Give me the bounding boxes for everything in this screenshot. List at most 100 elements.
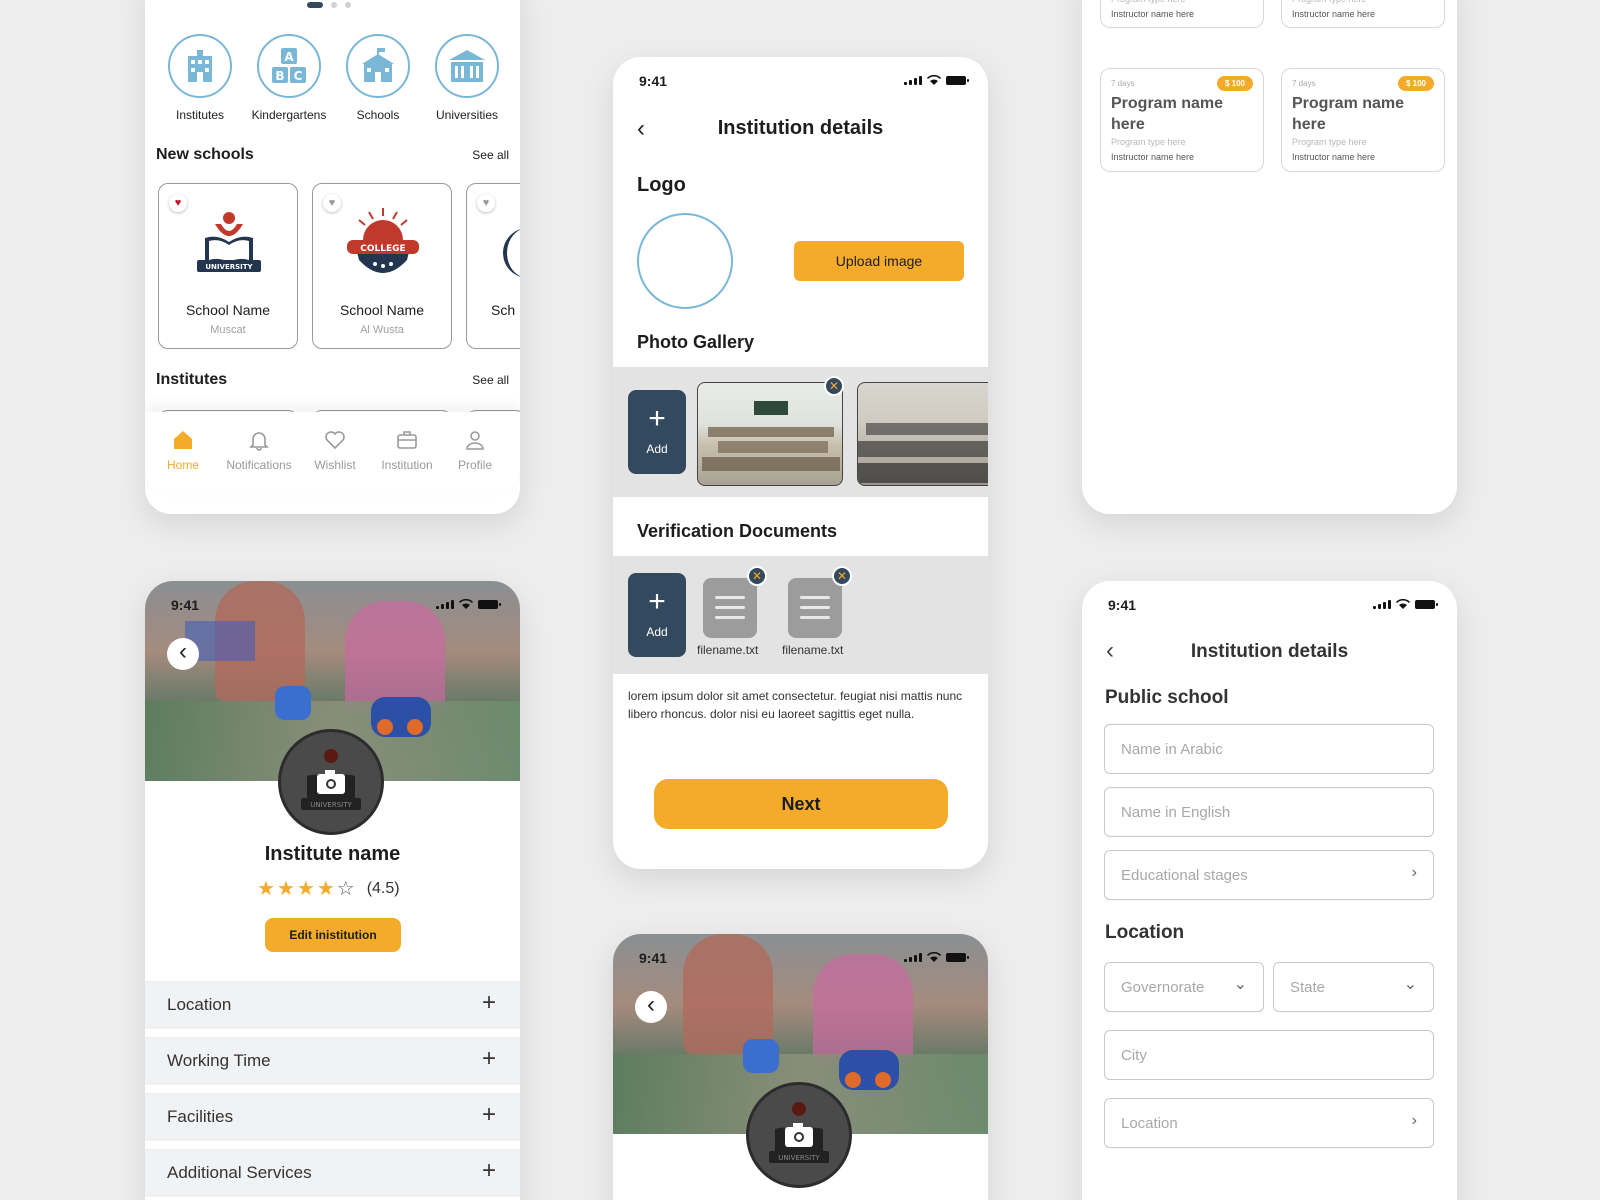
program-type: Program type here [1111, 0, 1186, 4]
educational-stages-select[interactable]: Educational stages › [1104, 850, 1434, 900]
see-all-link[interactable]: See all [472, 373, 509, 387]
program-card-partial[interactable]: here Program type here Instructor name h… [1281, 0, 1445, 28]
program-price: $ 100 [1216, 76, 1253, 91]
institute-name: Institute name [264, 843, 401, 865]
accordion-location[interactable]: Location + [145, 981, 520, 1029]
program-card-partial[interactable]: here Program type here Instructor name h… [1100, 0, 1264, 28]
svg-text:A: A [284, 50, 294, 64]
remove-document-button[interactable]: ✕ [747, 566, 767, 586]
city-input[interactable]: City [1104, 1030, 1434, 1080]
category-kindergartens[interactable]: ABC Kindergartens [244, 34, 334, 122]
back-button[interactable]: ‹ [635, 991, 667, 1023]
battery-icon [478, 600, 501, 609]
instructor-name: Instructor name here [1292, 9, 1376, 19]
program-duration: 7 days [1111, 79, 1135, 88]
accordion-additional-services[interactable]: Additional Services + [145, 1149, 520, 1197]
gallery-photo[interactable] [857, 382, 988, 486]
tab-home[interactable]: Home [145, 428, 223, 472]
university-icon [435, 34, 499, 98]
program-name: Program name here [1292, 95, 1405, 133]
remove-document-button[interactable]: ✕ [832, 566, 852, 586]
state-select[interactable]: State ⌄ [1273, 962, 1434, 1012]
governorate-select[interactable]: Governorate ⌄ [1104, 962, 1264, 1012]
placeholder: Location [1121, 1115, 1178, 1132]
tab-notifications[interactable]: Notifications [219, 428, 299, 472]
school-card[interactable]: ♥ UNIVERSITY School Name Muscat [158, 183, 298, 349]
next-button[interactable]: Next [654, 779, 948, 829]
tab-profile[interactable]: Profile [435, 428, 515, 472]
school-name: School Name [185, 302, 271, 318]
logo-placeholder[interactable] [637, 213, 733, 309]
user-icon [435, 428, 515, 452]
school-name: Sch [491, 302, 516, 318]
category-schools[interactable]: Schools [333, 34, 423, 122]
signal-icon [904, 75, 922, 85]
signal-icon [436, 599, 454, 609]
upload-image-button[interactable]: Upload image [794, 241, 964, 281]
signal-icon [904, 952, 922, 962]
verification-title: Verification Documents [637, 521, 838, 541]
documents-strip: + Add ✕ filename.txt ✕ filename.txt [613, 556, 988, 674]
accordion-working-time[interactable]: Working Time + [145, 1037, 520, 1085]
document-icon[interactable] [788, 578, 842, 638]
wifi-icon [927, 75, 941, 85]
institution-form-screen: 9:41 ‹ Institution details Public school… [1082, 581, 1457, 1200]
see-all-link[interactable]: See all [472, 148, 509, 162]
name-arabic-input[interactable]: Name in Arabic [1104, 724, 1434, 774]
program-card[interactable]: 7 days $ 100 Program name here Program t… [1100, 68, 1264, 172]
accordion-facilities[interactable]: Facilities + [145, 1093, 520, 1141]
status-bar: 9:41 [145, 581, 520, 627]
new-schools-title: New schools [156, 146, 254, 163]
university-logo: UNIVERSITY [191, 208, 267, 289]
category-institutes[interactable]: Institutes [155, 34, 245, 122]
heart-icon[interactable]: ♥ [169, 194, 187, 212]
page-title: Institution details [1190, 641, 1349, 662]
chevron-right-icon: › [1411, 864, 1417, 881]
category-universities[interactable]: Universities [422, 34, 512, 122]
school-location: Muscat [210, 324, 246, 336]
heart-icon[interactable]: ♥ [477, 194, 495, 212]
wifi-icon [927, 952, 941, 962]
tab-label: Profile [457, 458, 492, 472]
institute-avatar[interactable]: UNIVERSITY [278, 729, 384, 835]
document-filename: filename.txt [782, 643, 844, 657]
program-type: Program type here [1111, 137, 1186, 147]
plus-icon: + [481, 1157, 496, 1184]
tab-wishlist[interactable]: Wishlist [295, 428, 375, 472]
add-document-button[interactable]: + Add [628, 573, 686, 657]
program-card[interactable]: 7 days $ 100 Program name here Program t… [1281, 68, 1445, 172]
plus-icon: + [648, 585, 666, 618]
gallery-photo[interactable] [697, 382, 843, 486]
add-label: Add [646, 442, 668, 456]
section-public-school: Public school [1105, 687, 1229, 708]
svg-text:B: B [275, 69, 284, 83]
school-card[interactable]: ♥ Sch [466, 183, 520, 349]
star-empty-icon: ☆ [336, 878, 355, 900]
badge-text: UNIVERSITY [310, 801, 352, 809]
name-english-input[interactable]: Name in English [1104, 787, 1434, 837]
home-screen: Institutes ABC Kindergartens Schools Uni… [145, 0, 520, 514]
status-time: 9:41 [171, 597, 200, 613]
edit-institution-button[interactable]: Edit inistitution [265, 918, 401, 952]
school-location: Al Wusta [360, 324, 404, 336]
heart-icon[interactable]: ♥ [323, 194, 341, 212]
add-photo-button[interactable]: + Add [628, 390, 686, 474]
remove-photo-button[interactable]: ✕ [824, 376, 844, 396]
school-name: School Name [339, 302, 425, 318]
section-location: Location [1105, 922, 1185, 943]
document-icon[interactable] [703, 578, 757, 638]
document-filename: filename.txt [697, 643, 759, 657]
school-card[interactable]: ♥ COLLEGE School Name Al Wusta [312, 183, 452, 349]
status-bar: 9:41 [1082, 581, 1457, 627]
home-icon [145, 428, 223, 452]
plus-icon: + [481, 1101, 496, 1128]
institute-avatar[interactable]: UNIVERSITY [746, 1082, 852, 1188]
category-label: Kindergartens [251, 108, 327, 122]
location-select[interactable]: Location › [1104, 1098, 1434, 1148]
photo-gallery-strip: + Add ✕ [613, 367, 988, 497]
back-button[interactable]: ‹ [167, 638, 199, 670]
institute-profile-screen: 9:41 ‹ UNIVERSITY Institute name ★ ★ ★ ★ ☆ (… [145, 581, 520, 1200]
battery-icon [1415, 600, 1438, 609]
rating: ★ ★ ★ ★ ☆ (4.5) [257, 879, 400, 899]
program-type: Program type here [1292, 0, 1367, 4]
